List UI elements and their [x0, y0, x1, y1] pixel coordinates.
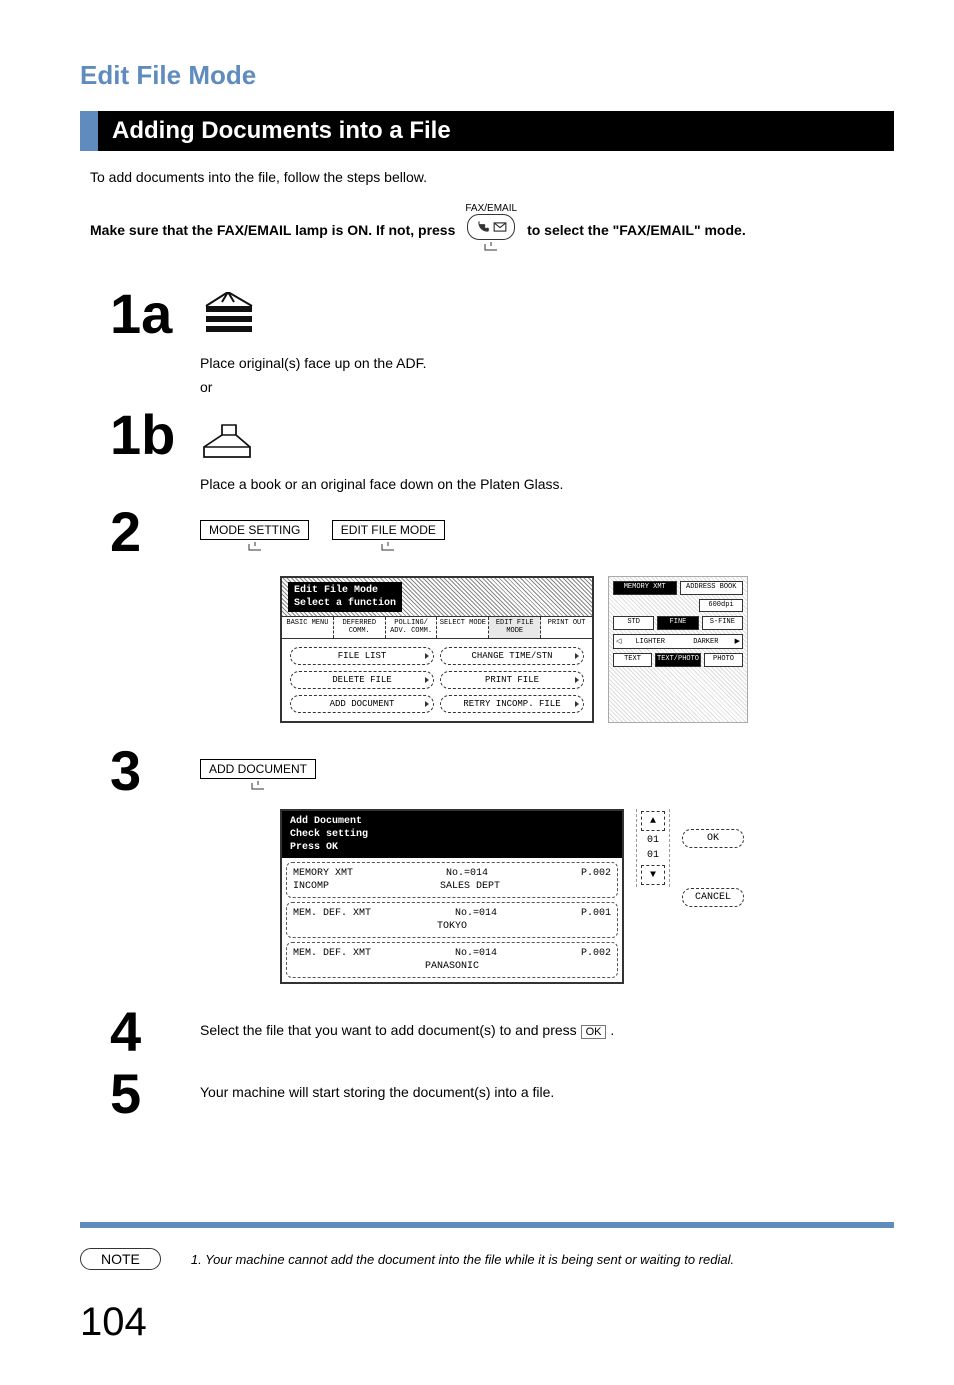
row-dest: TOKYO — [437, 920, 467, 933]
lcd-btn-add-document: ADD DOCUMENT — [290, 695, 434, 713]
row-type: MEM. DEF. XMT — [293, 947, 371, 960]
row-page: P.002 — [581, 947, 611, 960]
side-photo: PHOTO — [704, 653, 743, 667]
side-text: TEXT — [613, 653, 652, 667]
page-number: 104 — [80, 1300, 894, 1345]
row-dest: PANASONIC — [425, 960, 479, 973]
triangle-right-icon: ▶ — [735, 637, 740, 646]
scroll-down-icon: ▼ — [641, 865, 665, 885]
lcd-btn-file-list: FILE LIST — [290, 647, 434, 665]
add-document-key: ADD DOCUMENT — [200, 759, 316, 779]
step-2-display: Edit File Mode Select a function BASIC M… — [280, 576, 894, 723]
list-row: MEM. DEF. XMT No.=014 P.002 PANASONIC — [286, 942, 618, 978]
lcd-panel-edit-file-mode: Edit File Mode Select a function BASIC M… — [280, 576, 594, 723]
press-indicator-icon — [248, 781, 268, 793]
lcd-btn-print-file: PRINT FILE — [440, 671, 584, 689]
press-indicator-icon — [378, 542, 398, 554]
side-darker: DARKER — [679, 638, 733, 646]
scroll-up-icon: ▲ — [641, 811, 665, 831]
lcd3-hdr-l3: Press OK — [290, 841, 614, 854]
note-row: NOTE 1. Your machine cannot add the docu… — [80, 1248, 894, 1270]
envelope-icon — [493, 220, 507, 234]
press-indicator-icon — [245, 542, 265, 554]
side-controls-panel: MEMORY XMT ADDRESS BOOK 600dpi STD FINE … — [608, 576, 748, 723]
ok-key-inline: OK — [581, 1025, 607, 1039]
lcd-btn-change-time: CHANGE TIME/STN — [440, 647, 584, 665]
ok-button-illustration: OK — [682, 829, 744, 848]
lcd-tab-print-out: PRINT OUT — [541, 617, 592, 638]
row-no: No.=014 — [455, 947, 497, 960]
section-header: Adding Documents into a File — [80, 111, 894, 151]
note-label: NOTE — [80, 1248, 161, 1270]
step-1b-caption: Place a book or an original face down on… — [200, 476, 894, 492]
lcd3-hdr-l1: Add Document — [290, 815, 614, 828]
side-std: STD — [613, 616, 654, 630]
lcd-tabs: BASIC MENU DEFERRED COMM. POLLING/ ADV. … — [282, 617, 592, 639]
step-5-text: Your machine will start storing the docu… — [200, 1084, 554, 1100]
step-1a-number: 1a — [80, 286, 200, 342]
row-page: P.001 — [581, 907, 611, 920]
lcd-btn-delete-file: DELETE FILE — [290, 671, 434, 689]
intro-text: To add documents into the file, follow t… — [90, 169, 884, 185]
side-600dpi: 600dpi — [699, 599, 743, 613]
scroll-pos-top: 01 — [647, 835, 659, 846]
make-sure-suffix: to select the "FAX/EMAIL" mode. — [527, 222, 746, 238]
row-type: MEM. DEF. XMT — [293, 907, 371, 920]
step-1a-or: or — [200, 379, 894, 395]
scroll-column: ▲ 01 01 ▼ — [636, 809, 670, 887]
step-5-number: 5 — [80, 1066, 200, 1122]
step-2-number: 2 — [80, 504, 200, 560]
edit-file-mode-key: EDIT FILE MODE — [332, 520, 445, 540]
triangle-left-icon: ◁ — [616, 637, 621, 646]
side-address-book: ADDRESS BOOK — [680, 581, 744, 595]
fax-email-icon — [467, 214, 515, 240]
make-sure-prefix: Make sure that the FAX/EMAIL lamp is ON.… — [90, 222, 455, 238]
lcd3-hdr-l2: Check setting — [290, 828, 614, 841]
make-sure-line: Make sure that the FAX/EMAIL lamp is ON.… — [90, 203, 884, 256]
step-3-display: Add Document Check setting Press OK MEMO… — [280, 809, 894, 984]
press-indicator-icon — [481, 242, 501, 256]
row-status: INCOMP — [293, 880, 329, 893]
list-row: MEMORY XMT No.=014 P.002 INCOMP SALES DEPT — [286, 862, 618, 898]
row-no: No.=014 — [446, 867, 488, 880]
section-divider — [80, 1222, 894, 1228]
lcd-tab-edit-file-mode: EDIT FILE MODE — [489, 617, 541, 638]
side-textphoto: TEXT/PHOTO — [655, 653, 701, 667]
fax-email-button-illustration: FAX/EMAIL — [465, 203, 517, 256]
side-memory-xmt: MEMORY XMT — [613, 581, 677, 595]
mode-setting-key: MODE SETTING — [200, 520, 309, 540]
platen-icon — [200, 413, 260, 463]
row-dest: SALES DEPT — [440, 880, 500, 893]
side-fine: FINE — [657, 616, 698, 630]
side-sfine: S-FINE — [702, 616, 743, 630]
lcd-tab-polling: POLLING/ ADV. COMM. — [386, 617, 438, 638]
cancel-button-illustration: CANCEL — [682, 888, 744, 907]
lcd-tab-select-mode: SELECT MODE — [437, 617, 489, 638]
step-1a-caption: Place original(s) face up on the ADF. — [200, 355, 894, 371]
step-4-number: 4 — [80, 1004, 200, 1060]
lcd-panel-add-document: Add Document Check setting Press OK MEMO… — [280, 809, 624, 984]
row-page: P.002 — [581, 867, 611, 880]
lcd-title-l1: Edit File Mode — [294, 585, 378, 596]
mode-title: Edit File Mode — [80, 60, 894, 91]
scroll-pos-bot: 01 — [647, 850, 659, 861]
adf-icon — [200, 292, 260, 342]
side-brightness: ◁ LIGHTER DARKER ▶ — [613, 634, 743, 649]
note-text: 1. Your machine cannot add the document … — [191, 1252, 894, 1267]
step-3-number: 3 — [80, 743, 200, 799]
fax-email-label: FAX/EMAIL — [465, 203, 517, 214]
row-type: MEMORY XMT — [293, 867, 353, 880]
ok-cancel-column: OK CANCEL — [682, 809, 744, 907]
lcd-tab-deferred: DEFERRED COMM. — [334, 617, 386, 638]
lcd-tab-basic-menu: BASIC MENU — [282, 617, 334, 638]
phone-icon — [476, 220, 490, 234]
step-1b-number: 1b — [80, 407, 200, 463]
list-row: MEM. DEF. XMT No.=014 P.001 TOKYO — [286, 902, 618, 938]
lcd-title-l2: Select a function — [294, 598, 396, 609]
side-lighter: LIGHTER — [623, 638, 677, 646]
step-4-text-b: . — [610, 1022, 614, 1038]
step-4-text-a: Select the file that you want to add doc… — [200, 1022, 581, 1038]
lcd-btn-retry-incomp: RETRY INCOMP. FILE — [440, 695, 584, 713]
row-no: No.=014 — [455, 907, 497, 920]
